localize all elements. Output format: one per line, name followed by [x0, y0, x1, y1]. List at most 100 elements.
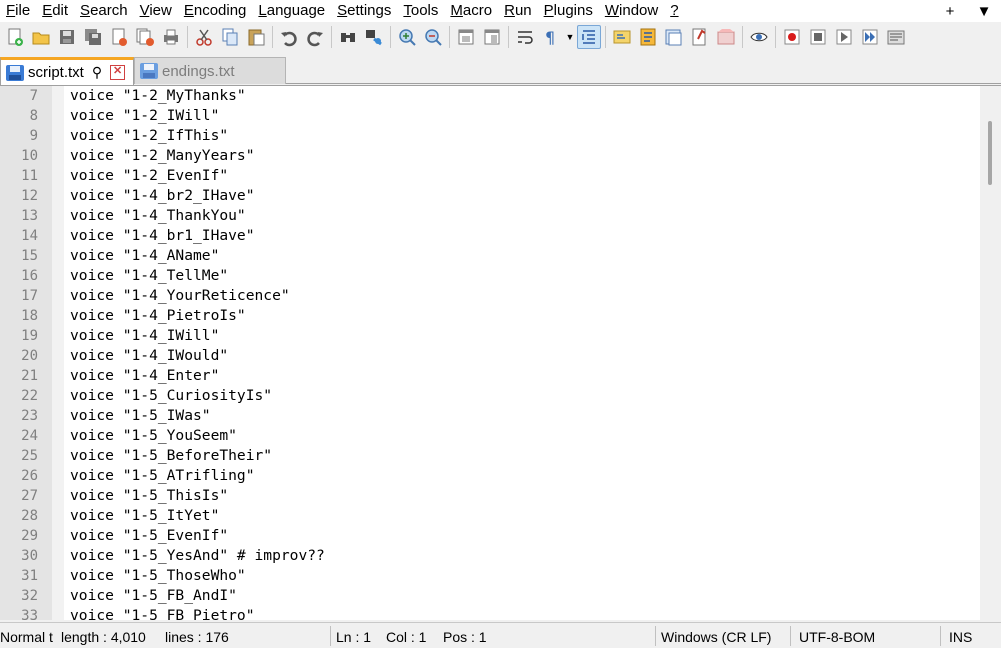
pin-icon[interactable]: ⚲	[92, 64, 102, 81]
close-tab-icon[interactable]: ✕	[110, 65, 126, 80]
code-line[interactable]: 17 voice "1-4_YourReticence"	[0, 286, 980, 306]
line-text[interactable]: voice "1-5_YesAnd" # improv??	[70, 546, 325, 566]
menu-settings[interactable]: Settings	[331, 0, 397, 22]
line-text[interactable]: voice "1-4_PietroIs"	[70, 306, 246, 326]
line-text[interactable]: voice "1-2_EvenIf"	[70, 166, 228, 186]
line-text[interactable]: voice "1-5_ATrifling"	[70, 466, 255, 486]
code-line[interactable]: 13 voice "1-4_ThankYou"	[0, 206, 980, 226]
sync-horizontal-icon[interactable]	[480, 25, 504, 49]
line-text[interactable]: voice "1-5_FB_AndI"	[70, 586, 237, 606]
print-icon[interactable]	[159, 25, 183, 49]
line-text[interactable]: voice "1-4_Enter"	[70, 366, 219, 386]
save-macro-icon[interactable]	[884, 25, 908, 49]
menu-plugins[interactable]: Plugins	[538, 0, 599, 22]
paste-icon[interactable]	[244, 25, 268, 49]
code-line[interactable]: 7 voice "1-2_MyThanks"	[0, 86, 980, 106]
line-text[interactable]: voice "1-2_IfThis"	[70, 126, 228, 146]
code-line[interactable]: 20 voice "1-4_IWould"	[0, 346, 980, 366]
code-line[interactable]: 33 voice "1-5_FB_Pietro"	[0, 606, 980, 620]
zoom-in-icon[interactable]	[395, 25, 419, 49]
code-line[interactable]: 22 voice "1-5_CuriosityIs"	[0, 386, 980, 406]
code-line[interactable]: 29 voice "1-5_EvenIf"	[0, 526, 980, 546]
line-text[interactable]: voice "1-2_MyThanks"	[70, 86, 246, 106]
tab-list-dropdown-icon[interactable]: ▼	[967, 3, 1001, 20]
line-text[interactable]: voice "1-5_BeforeTheir"	[70, 446, 272, 466]
zoom-out-icon[interactable]	[421, 25, 445, 49]
line-text[interactable]: voice "1-2_ManyYears"	[70, 146, 255, 166]
folder-workspace-icon[interactable]	[662, 25, 686, 49]
code-line[interactable]: 32 voice "1-5_FB_AndI"	[0, 586, 980, 606]
code-line[interactable]: 24 voice "1-5_YouSeem"	[0, 426, 980, 446]
indent-guide-icon[interactable]	[577, 25, 601, 49]
stop-record-icon[interactable]	[747, 25, 771, 49]
line-text[interactable]: voice "1-5_EvenIf"	[70, 526, 228, 546]
code-line[interactable]: 8 voice "1-2_IWill"	[0, 106, 980, 126]
line-text[interactable]: voice "1-4_IWould"	[70, 346, 228, 366]
line-text[interactable]: voice "1-4_br1_IHave"	[70, 226, 255, 246]
menu-tools[interactable]: Tools	[397, 0, 444, 22]
doc-map-icon[interactable]	[610, 25, 634, 49]
line-text[interactable]: voice "1-5_CuriosityIs"	[70, 386, 272, 406]
code-line[interactable]: 21 voice "1-4_Enter"	[0, 366, 980, 386]
replace-icon[interactable]	[362, 25, 386, 49]
line-text[interactable]: voice "1-5_IWas"	[70, 406, 211, 426]
line-text[interactable]: voice "1-4_ThankYou"	[70, 206, 246, 226]
code-line[interactable]: 25 voice "1-5_BeforeTheir"	[0, 446, 980, 466]
monitoring-icon[interactable]	[688, 25, 712, 49]
code-line[interactable]: 28 voice "1-5_ItYet"	[0, 506, 980, 526]
code-line[interactable]: 11 voice "1-2_EvenIf"	[0, 166, 980, 186]
code-line[interactable]: 31 voice "1-5_ThoseWho"	[0, 566, 980, 586]
close-all-icon[interactable]	[133, 25, 157, 49]
code-line[interactable]: 16 voice "1-4_TellMe"	[0, 266, 980, 286]
code-line[interactable]: 27 voice "1-5_ThisIs"	[0, 486, 980, 506]
code-line[interactable]: 14 voice "1-4_br1_IHave"	[0, 226, 980, 246]
redo-icon[interactable]	[303, 25, 327, 49]
menu-edit[interactable]: Edit	[36, 0, 74, 22]
line-text[interactable]: voice "1-5_YouSeem"	[70, 426, 237, 446]
word-wrap-icon[interactable]	[513, 25, 537, 49]
close-icon[interactable]	[107, 25, 131, 49]
open-file-icon[interactable]	[29, 25, 53, 49]
code-line[interactable]: 30 voice "1-5_YesAnd" # improv??	[0, 546, 980, 566]
line-text[interactable]: voice "1-2_IWill"	[70, 106, 219, 126]
code-line[interactable]: 19 voice "1-4_IWill"	[0, 326, 980, 346]
save-macro-icon[interactable]	[832, 25, 856, 49]
line-text[interactable]: voice "1-4_IWill"	[70, 326, 219, 346]
playback-macro-icon[interactable]	[780, 25, 804, 49]
function-list-icon[interactable]	[636, 25, 660, 49]
menu-window[interactable]: Window	[599, 0, 664, 22]
run-macro-multiple-icon[interactable]	[806, 25, 830, 49]
tab-script-txt[interactable]: script.txt ⚲ ✕	[0, 57, 134, 85]
cut-icon[interactable]	[192, 25, 216, 49]
line-text[interactable]: voice "1-5_ItYet"	[70, 506, 219, 526]
new-tab-icon[interactable]: +	[933, 3, 967, 20]
menu-view[interactable]: View	[134, 0, 178, 22]
menu-file[interactable]: File	[0, 0, 36, 22]
line-text[interactable]: voice "1-4_YourReticence"	[70, 286, 290, 306]
line-text[interactable]: voice "1-4_TellMe"	[70, 266, 228, 286]
run-macro-multiple-icon[interactable]	[858, 25, 882, 49]
code-line[interactable]: 12 voice "1-4_br2_IHave"	[0, 186, 980, 206]
sync-vertical-icon[interactable]	[454, 25, 478, 49]
tab-endings-txt[interactable]: endings.txt	[134, 57, 286, 84]
line-text[interactable]: voice "1-4_AName"	[70, 246, 219, 266]
code-line[interactable]: 23 voice "1-5_IWas"	[0, 406, 980, 426]
menu-encoding[interactable]: Encoding	[178, 0, 253, 22]
line-text[interactable]: voice "1-5_FB_Pietro"	[70, 606, 255, 620]
new-file-icon[interactable]	[3, 25, 27, 49]
menu-language[interactable]: Language	[252, 0, 331, 22]
menu-search[interactable]: Search	[74, 0, 134, 22]
line-text[interactable]: voice "1-5_ThoseWho"	[70, 566, 246, 586]
code-line[interactable]: 9 voice "1-2_IfThis"	[0, 126, 980, 146]
menu-macro[interactable]: Macro	[444, 0, 498, 22]
save-icon[interactable]	[55, 25, 79, 49]
editor-area[interactable]: 7 voice "1-2_MyThanks" 8 voice "1-2_IWill" 9…	[0, 85, 1001, 620]
record-macro-icon[interactable]	[714, 25, 738, 49]
scrollbar-thumb[interactable]	[988, 121, 992, 185]
code-line[interactable]: 18 voice "1-4_PietroIs"	[0, 306, 980, 326]
line-text[interactable]: voice "1-5_ThisIs"	[70, 486, 228, 506]
show-all-chars-icon[interactable]: ¶	[539, 25, 563, 49]
save-all-icon[interactable]	[81, 25, 105, 49]
copy-icon[interactable]	[218, 25, 242, 49]
code-line[interactable]: 10 voice "1-2_ManyYears"	[0, 146, 980, 166]
